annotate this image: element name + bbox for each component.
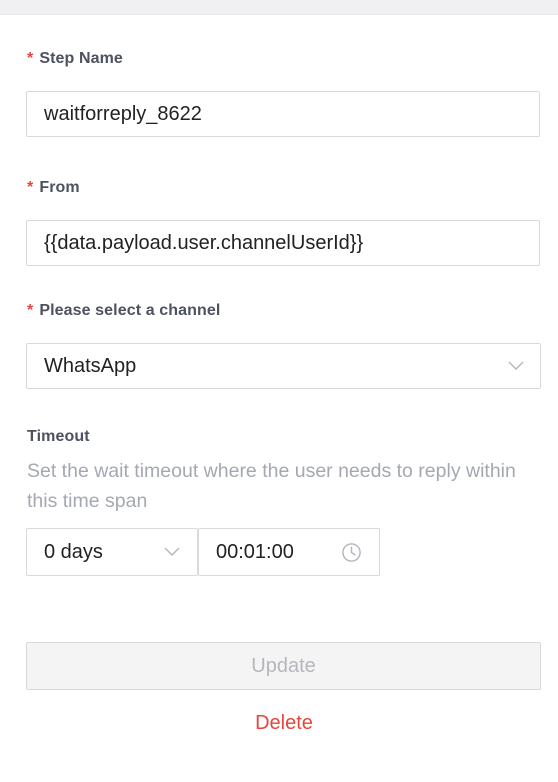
clock-icon[interactable] <box>341 542 362 563</box>
panel-top-strip <box>0 0 558 15</box>
timeout-help-text: Set the wait timeout where the user need… <box>27 460 516 512</box>
update-button[interactable]: Update <box>26 642 541 690</box>
timeout-label: Timeout <box>27 428 90 445</box>
chevron-down-icon <box>508 361 524 370</box>
chevron-down-icon <box>164 547 180 556</box>
timeout-time-value: 00:01:00 <box>216 540 294 563</box>
delete-button[interactable]: Delete <box>0 712 558 735</box>
timeout-days-select[interactable]: 0 days <box>26 528 198 576</box>
step-name-label-text: Step Name <box>39 50 123 67</box>
step-name-label: * Step Name <box>27 50 123 68</box>
from-input[interactable]: {{data.payload.user.channelUserId}} <box>26 220 540 266</box>
timeout-days-value: 0 days <box>44 540 103 563</box>
channel-label-text: Please select a channel <box>39 302 221 319</box>
channel-selected-value: WhatsApp <box>44 354 137 377</box>
step-settings-panel: * Step Name waitforreply_8622 * From {{dat… <box>0 0 558 782</box>
channel-select[interactable]: WhatsApp <box>26 343 541 389</box>
timeout-time-picker[interactable]: 00:01:00 <box>198 528 380 576</box>
required-mark: * <box>27 50 34 67</box>
from-label: * From <box>27 179 80 197</box>
channel-label: * Please select a channel <box>27 302 220 320</box>
step-name-input[interactable]: waitforreply_8622 <box>26 91 540 137</box>
required-mark: * <box>27 179 34 196</box>
from-label-text: From <box>39 179 80 196</box>
from-value: {{data.payload.user.channelUserId}} <box>44 231 364 254</box>
step-name-value: waitforreply_8622 <box>44 102 202 125</box>
required-mark: * <box>27 302 34 319</box>
